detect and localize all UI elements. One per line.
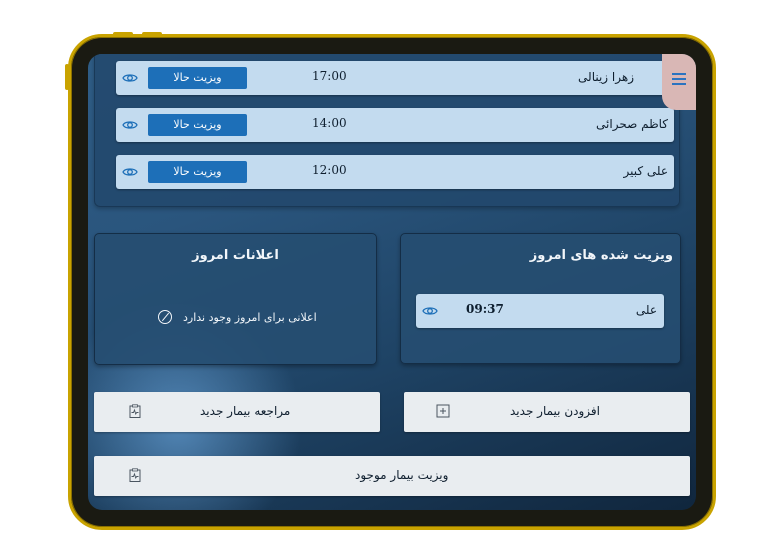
appointment-time: 12:00 (312, 163, 347, 177)
ban-icon (158, 310, 172, 324)
hamburger-icon-line (672, 78, 686, 80)
clipboard-pulse-icon (129, 404, 141, 418)
menu-button[interactable] (662, 54, 696, 110)
panel-title: اعلانات امروز (192, 248, 279, 263)
panel-title: ویزیت شده های امروز (529, 248, 673, 263)
patient-name: علی (635, 303, 657, 317)
patient-name: کاظم صحرائی (596, 117, 668, 131)
button-label: ویزیت بیمار موجود (355, 468, 449, 482)
patient-name: زهرا زینالی (578, 70, 634, 84)
new-patient-referral-button[interactable]: مراجعه بیمار جدید (94, 392, 380, 432)
visit-now-button[interactable]: ویزیت حالا (148, 161, 247, 183)
visited-today-panel: ویزیت شده های امروز 09:37 علی (400, 233, 681, 364)
device-button-top (113, 32, 133, 36)
clipboard-pulse-icon (129, 468, 141, 482)
hamburger-icon-line (672, 83, 686, 85)
hamburger-icon (672, 73, 686, 75)
patient-name: علی کبیر (623, 164, 668, 178)
button-label: افزودن بیمار جدید (510, 404, 600, 418)
appointment-row: ویزیت حالا 12:00 علی کبیر (116, 155, 674, 189)
visit-time: 09:37 (466, 302, 504, 316)
visit-now-button[interactable]: ویزیت حالا (148, 114, 247, 136)
add-new-patient-button[interactable]: افزودن بیمار جدید (404, 392, 690, 432)
appointment-row: ویزیت حالا 14:00 کاظم صحرائی (116, 108, 674, 142)
device-button-top-2 (142, 32, 162, 36)
eye-icon[interactable] (122, 70, 138, 86)
plus-box-icon (436, 404, 450, 418)
empty-message: اعلانی برای امروز وجود ندارد (183, 311, 317, 324)
app-screen: ویزیت حالا 17:00 زهرا زینالی ویزیت حالا … (88, 54, 696, 510)
upcoming-visits-card: ویزیت حالا 17:00 زهرا زینالی ویزیت حالا … (94, 54, 680, 207)
device-button-side (65, 64, 69, 90)
appointment-time: 14:00 (312, 116, 347, 130)
button-label: مراجعه بیمار جدید (200, 404, 291, 418)
visit-now-button[interactable]: ویزیت حالا (148, 67, 247, 89)
notifications-panel: اعلانات امروز اعلانی برای امروز وجود ندا… (94, 233, 377, 365)
visited-row: 09:37 علی (416, 294, 664, 328)
eye-icon[interactable] (422, 303, 438, 319)
eye-icon[interactable] (122, 164, 138, 180)
eye-icon[interactable] (122, 117, 138, 133)
appointment-time: 17:00 (312, 69, 347, 83)
visit-existing-patient-button[interactable]: ویزیت بیمار موجود (94, 456, 690, 496)
appointment-row: ویزیت حالا 17:00 زهرا زینالی (116, 61, 674, 95)
